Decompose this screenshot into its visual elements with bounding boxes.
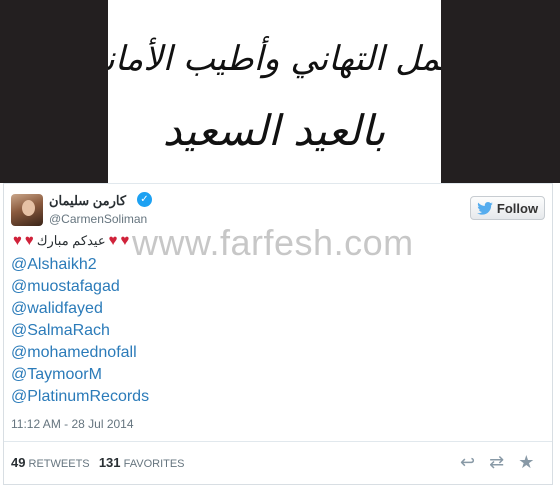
tweet-timestamp[interactable]: 11:12 AM - 28 Jul 2014 bbox=[11, 417, 134, 431]
banner-right-panel bbox=[441, 0, 560, 183]
favorite-label[interactable]: FAVORITES bbox=[124, 458, 185, 470]
mention-link[interactable]: @walidfayed bbox=[11, 298, 149, 320]
heart-icon: ♥ bbox=[24, 232, 34, 249]
verified-badge-icon: ✓ bbox=[137, 192, 152, 207]
mention-link[interactable]: @TaymoorM bbox=[11, 364, 149, 386]
follow-button[interactable]: Follow bbox=[470, 196, 545, 220]
retweet-icon[interactable]: ⇄ bbox=[489, 452, 504, 473]
heart-icon: ♥ bbox=[13, 232, 22, 249]
favorite-icon[interactable]: ★ bbox=[518, 452, 534, 473]
divider bbox=[4, 441, 552, 442]
mention-link[interactable]: @SalmaRach bbox=[11, 320, 149, 342]
mention-link[interactable]: @Alshaikh2 bbox=[11, 254, 149, 276]
display-name[interactable]: كارمن سليمان bbox=[49, 193, 126, 209]
retweet-label[interactable]: RETWEETS bbox=[29, 458, 90, 470]
greeting-line-1: أجمل التهاني وأطيب الأماني bbox=[108, 36, 441, 79]
twitter-bird-icon bbox=[477, 201, 493, 215]
greeting-image: أجمل التهاني وأطيب الأماني بالعيد السعيد bbox=[108, 0, 441, 183]
heart-icon: ♥ bbox=[120, 232, 130, 249]
tweet-actions: ↩ ⇄ ★ bbox=[460, 452, 534, 473]
tweet-greeting: عيدكم مبارك bbox=[36, 232, 106, 248]
mention-list: @Alshaikh2 @muostafagad @walidfayed @Sal… bbox=[11, 254, 149, 408]
mention-link[interactable]: @muostafagad bbox=[11, 276, 149, 298]
heart-icon: ♥ bbox=[108, 232, 118, 249]
banner-left-panel bbox=[0, 0, 108, 183]
mention-link[interactable]: @mohamednofall bbox=[11, 342, 149, 364]
tweet-card: كارمن سليمان ✓ @CarmenSoliman Follow ♥ ♥… bbox=[3, 183, 553, 485]
mention-link[interactable]: @PlatinumRecords bbox=[11, 386, 149, 408]
tweet-text: ♥ ♥ عيدكم مبارك ♥ ♥ bbox=[13, 232, 129, 249]
tweet-stats: 49 RETWEETS 131 FAVORITES bbox=[11, 455, 185, 470]
avatar[interactable] bbox=[11, 194, 43, 226]
greeting-line-2: بالعيد السعيد bbox=[163, 106, 386, 155]
favorite-count[interactable]: 131 bbox=[99, 455, 121, 470]
watermark: www.farfesh.com bbox=[132, 222, 414, 263]
reply-icon[interactable]: ↩ bbox=[460, 452, 475, 473]
follow-label: Follow bbox=[496, 200, 539, 216]
retweet-count[interactable]: 49 bbox=[11, 455, 25, 470]
